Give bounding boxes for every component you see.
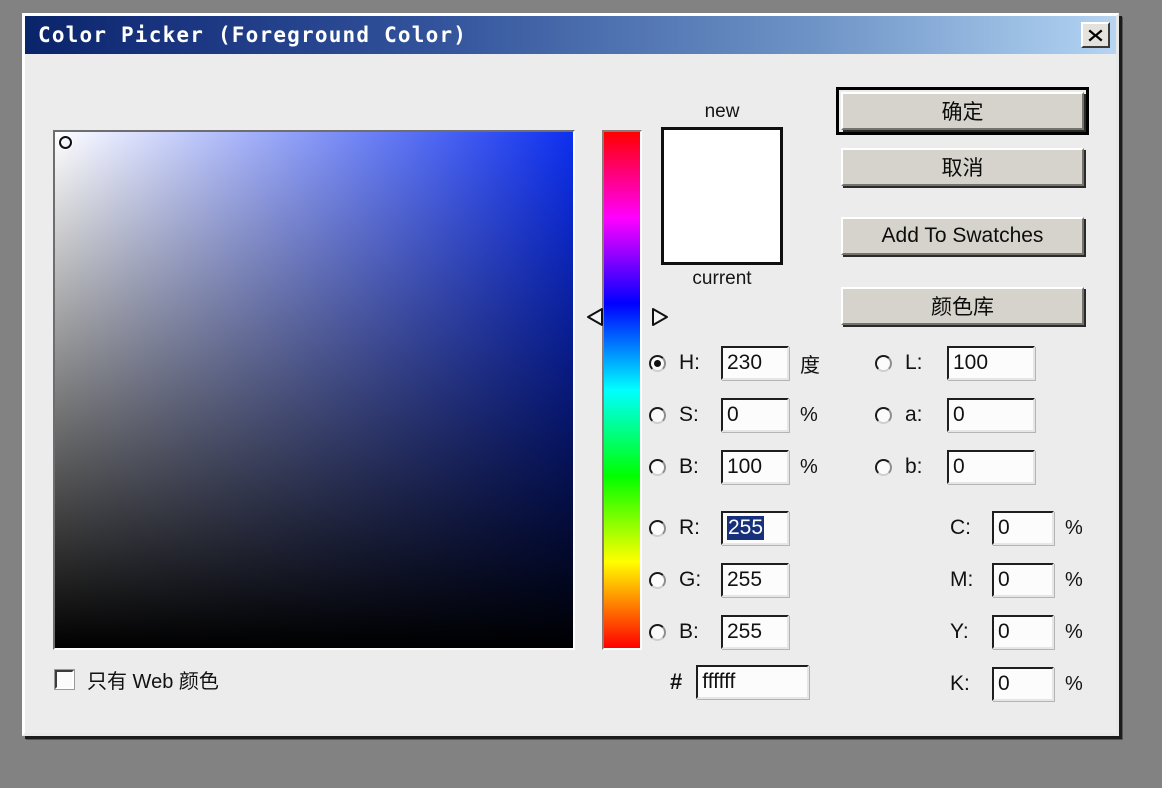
rgb-row-r: R:255 [649, 509, 789, 547]
lab-label-b: b: [905, 455, 947, 479]
radio-r[interactable] [649, 520, 666, 537]
selected-text: 255 [727, 516, 764, 540]
preview-swatches [661, 127, 783, 265]
lab-input-a[interactable]: 0 [947, 398, 1035, 432]
hue-slider-area [590, 130, 636, 650]
color-field-frame [53, 130, 575, 650]
hsb-unit-s: % [800, 404, 818, 427]
new-color-label: new [659, 100, 785, 124]
rgb-input-r[interactable]: 255 [721, 511, 789, 545]
close-icon [1087, 27, 1104, 44]
cmyk-unit-y: % [1065, 621, 1083, 644]
radio-h[interactable] [649, 355, 666, 372]
hsb-unit-h: 度 [800, 349, 820, 378]
checkbox-box[interactable] [55, 670, 74, 689]
add-to-swatches-button[interactable]: Add To Swatches [841, 217, 1084, 255]
rgb-input-g[interactable]: 255 [721, 563, 789, 597]
cmyk-input-y[interactable]: 0 [992, 615, 1054, 649]
hsb-input-h[interactable]: 230 [721, 346, 789, 380]
radio-b[interactable] [649, 459, 666, 476]
cmyk-label-y: Y: [950, 620, 992, 644]
hsb-row-h: H:230 度 [649, 344, 820, 382]
lab-label-l: L: [905, 351, 947, 375]
hsb-unit-b: % [800, 456, 818, 479]
radio-a[interactable] [875, 407, 892, 424]
ok-button[interactable]: 确定 [841, 92, 1084, 130]
lab-row-l: L:100 [875, 344, 1035, 382]
cmyk-input-k[interactable]: 0 [992, 667, 1054, 701]
only-web-colors-label: 只有 Web 颜色 [87, 665, 219, 694]
hex-input[interactable]: ffffff [696, 665, 809, 699]
rgb-fields: R:255G:255B:255 [649, 509, 879, 739]
cmyk-fields: C:0%M:0%Y:0%K:0% [905, 509, 1105, 739]
window-title: Color Picker (Foreground Color) [38, 23, 467, 47]
color-libraries-button[interactable]: 颜色库 [841, 287, 1084, 325]
rgb-label-g: G: [679, 568, 721, 592]
current-color-label: current [659, 267, 785, 291]
title-bar[interactable]: Color Picker (Foreground Color) [25, 16, 1116, 54]
cmyk-unit-k: % [1065, 673, 1083, 696]
lab-fields: L:100a:0b:0 [875, 344, 1085, 524]
cmyk-input-m[interactable]: 0 [992, 563, 1054, 597]
hex-field-row: # ffffff [670, 665, 809, 699]
lab-row-b: b:0 [875, 448, 1035, 486]
cmyk-unit-m: % [1065, 569, 1083, 592]
radio-b[interactable] [649, 624, 666, 641]
lab-input-l[interactable]: 100 [947, 346, 1035, 380]
rgb-label-b: B: [679, 620, 721, 644]
radio-b[interactable] [875, 459, 892, 476]
color-preview: new current [659, 100, 785, 291]
rgb-row-g: G:255 [649, 561, 789, 599]
lab-label-a: a: [905, 403, 947, 427]
saturation-brightness-field[interactable] [55, 132, 573, 648]
dialog-body: 只有 Web 颜色 new current 确定 取消 Add To Swatc… [25, 54, 1116, 733]
radio-g[interactable] [649, 572, 666, 589]
color-picker-dialog: Color Picker (Foreground Color) [22, 13, 1119, 736]
cmyk-label-c: C: [950, 516, 992, 540]
close-button[interactable] [1081, 22, 1110, 48]
cmyk-row-c: C:0% [905, 509, 1083, 547]
hsb-fields: H:230度S:0%B:100% [649, 344, 879, 524]
hsb-row-s: S:0% [649, 396, 818, 434]
cmyk-row-k: K:0% [905, 665, 1083, 703]
hex-prefix: # [670, 669, 682, 695]
hsb-label-b: B: [679, 455, 721, 479]
rgb-input-b[interactable]: 255 [721, 615, 789, 649]
rgb-row-b: B:255 [649, 613, 789, 651]
hsb-input-b[interactable]: 100 [721, 450, 789, 484]
hue-slider[interactable] [602, 130, 642, 650]
hsb-label-s: S: [679, 403, 721, 427]
lab-input-b[interactable]: 0 [947, 450, 1035, 484]
cmyk-input-c[interactable]: 0 [992, 511, 1054, 545]
cmyk-row-y: Y:0% [905, 613, 1083, 651]
cmyk-unit-c: % [1065, 517, 1083, 540]
hsb-input-s[interactable]: 0 [721, 398, 789, 432]
hsb-label-h: H: [679, 351, 721, 375]
cmyk-label-k: K: [950, 672, 992, 696]
rgb-label-r: R: [679, 516, 721, 540]
cmyk-row-m: M:0% [905, 561, 1083, 599]
cmyk-label-m: M: [950, 568, 992, 592]
cancel-button[interactable]: 取消 [841, 148, 1084, 186]
brightness-overlay [55, 132, 573, 648]
radio-l[interactable] [875, 355, 892, 372]
new-color-swatch[interactable] [664, 130, 780, 196]
hsb-row-b: B:100% [649, 448, 818, 486]
radio-s[interactable] [649, 407, 666, 424]
desktop-background: Color Picker (Foreground Color) [0, 0, 1162, 788]
current-color-swatch[interactable] [664, 196, 780, 262]
lab-row-a: a:0 [875, 396, 1035, 434]
only-web-colors-checkbox[interactable]: 只有 Web 颜色 [55, 665, 219, 694]
